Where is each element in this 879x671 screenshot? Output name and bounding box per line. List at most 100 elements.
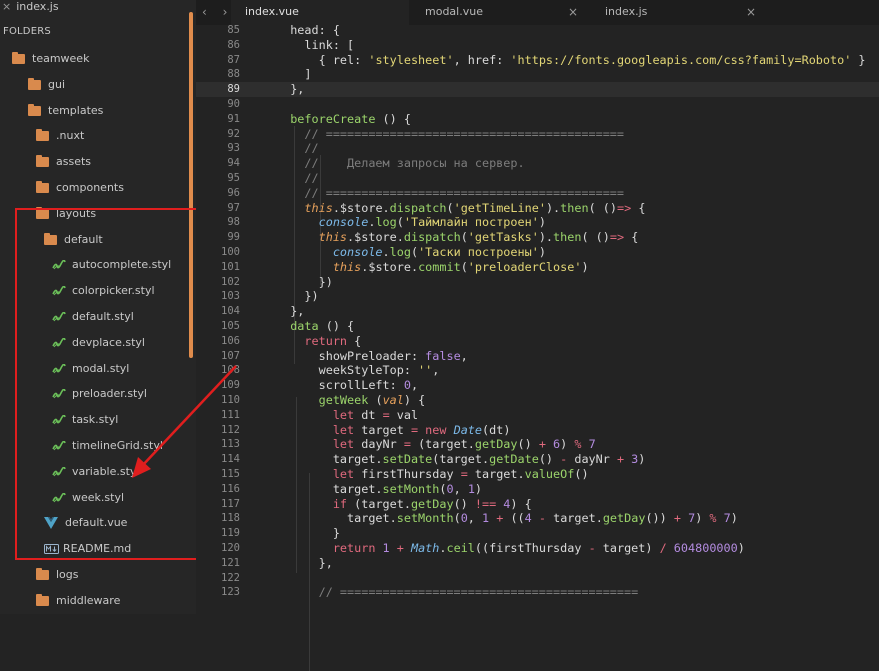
folder-item[interactable]: assets: [36, 153, 91, 171]
tab-nav-arrows[interactable]: ‹ ›: [202, 0, 233, 25]
line-number: 101: [221, 260, 240, 273]
line-number: 90: [227, 98, 240, 110]
code-line[interactable]: getWeek (val) {: [276, 393, 426, 408]
folder-item[interactable]: teamweek: [12, 50, 89, 68]
code-token: ) {: [510, 496, 532, 511]
code-token: // =====================================…: [276, 185, 625, 200]
code-token: then: [560, 200, 589, 215]
line-number: 112: [221, 423, 240, 436]
line-number: 111: [221, 408, 240, 421]
code-token: dayNr: [567, 452, 617, 467]
folder-icon: [36, 129, 49, 142]
code-token: data: [276, 319, 319, 333]
code-token: ): [560, 437, 575, 452]
code-token: 7: [581, 437, 596, 452]
code-token: target): [595, 541, 660, 555]
code-line[interactable]: if (target.getDay() !== 4) {: [276, 497, 532, 512]
folder-item[interactable]: middleware: [36, 592, 120, 610]
folder-item[interactable]: gui: [28, 76, 65, 94]
code-token: ).: [545, 200, 561, 215]
code-token: 1: [375, 541, 390, 555]
code-line[interactable]: link: [: [276, 38, 354, 53]
code-line[interactable]: //: [276, 171, 318, 186]
code-line[interactable]: target.setMonth(0, 1 + ((4 - target.getD…: [276, 511, 738, 526]
code-line[interactable]: scrollLeft: 0,: [276, 378, 418, 393]
code-token: { rel:: [276, 52, 369, 67]
sidebar: × index.js FOLDERS teamweek gui templates .n…: [0, 0, 196, 614]
line-number: 91: [227, 112, 240, 125]
code-token: getDay: [474, 437, 518, 452]
line-number: 96: [227, 186, 240, 199]
code-token: (: [460, 230, 468, 245]
close-icon[interactable]: ×: [568, 0, 578, 24]
code-line[interactable]: return 1 + Math.ceil((firstThursday - ta…: [276, 541, 745, 556]
code-line[interactable]: let dt = val: [276, 408, 418, 423]
line-number: 97: [227, 201, 240, 214]
code-token: setMonth: [396, 511, 454, 526]
folder-item[interactable]: .nuxt: [36, 127, 84, 145]
code-line[interactable]: beforeCreate () {: [276, 112, 411, 127]
code-token: this: [276, 230, 348, 245]
code-line[interactable]: console.log('Таски построены'): [276, 245, 546, 260]
code-token: let: [276, 467, 355, 481]
code-line[interactable]: head: {: [276, 23, 340, 38]
code-line[interactable]: },: [276, 556, 333, 571]
close-icon[interactable]: ×: [2, 0, 11, 13]
tab-label: modal.vue: [425, 5, 483, 18]
code-editor[interactable]: 85 86 87 88 89 90 91 92 93 94 95 96 97 98 99 100 101 102 1…: [196, 23, 879, 671]
code-token: firstThursday: [354, 467, 461, 481]
code-line[interactable]: let dayNr = (target.getDay() + 6) % 7: [276, 437, 596, 452]
code-token: , href:: [453, 52, 511, 67]
tab-index-vue[interactable]: index.vue: [231, 0, 409, 25]
code-line[interactable]: this.$store.dispatch('getTasks').then( (…: [276, 230, 639, 245]
code-token: }): [276, 289, 319, 304]
code-line[interactable]: showPreloader: false,: [276, 349, 468, 364]
code-line[interactable]: let firstThursday = target.valueOf(): [276, 467, 589, 482]
code-line[interactable]: // =====================================…: [276, 585, 639, 600]
code-line[interactable]: ]: [276, 67, 311, 82]
tree-item-label: assets: [56, 155, 92, 169]
code-line[interactable]: { rel: 'stylesheet', href: 'https://font…: [276, 53, 866, 68]
code-line[interactable]: }): [276, 289, 319, 304]
code-line[interactable]: }): [276, 275, 333, 290]
code-line[interactable]: },: [276, 304, 304, 319]
code-line[interactable]: }: [276, 526, 340, 541]
code-token: 0: [460, 511, 468, 526]
code-line[interactable]: weekStyleTop: '',: [276, 363, 440, 378]
code-line[interactable]: },: [276, 82, 304, 97]
code-line[interactable]: //: [276, 141, 318, 156]
code-line[interactable]: return {: [276, 334, 361, 349]
line-number: 104: [221, 305, 240, 318]
code-line[interactable]: let target = new Date(dt): [276, 422, 511, 438]
code-token: }: [276, 526, 340, 541]
code-token: =>: [617, 200, 632, 215]
line-number: 103: [221, 290, 240, 303]
code-token: valueOf: [524, 467, 575, 481]
code-token: (): [538, 452, 561, 467]
folder-item[interactable]: templates: [28, 102, 103, 120]
open-file-item[interactable]: × index.js: [0, 0, 59, 14]
code-token: Date: [446, 422, 483, 437]
code-line[interactable]: console.log('Таймлайн построен'): [276, 215, 546, 230]
code-line[interactable]: target.setMonth(0, 1): [276, 482, 482, 497]
close-icon[interactable]: ×: [746, 0, 756, 24]
code-line[interactable]: // Делаем запросы на сервер.: [276, 156, 524, 171]
tab-index-js[interactable]: index.js ×: [588, 0, 766, 25]
code-line[interactable]: // =====================================…: [276, 186, 624, 201]
code-line[interactable]: // =====================================…: [276, 127, 624, 142]
code-token: false: [425, 348, 461, 363]
code-token: .$store.: [347, 230, 404, 245]
line-number-gutter: 85 86 87 88 89 90 91 92 93 94 95 96 97 98 99 100 101 102 1…: [196, 24, 240, 614]
code-line[interactable]: target.setDate(target.getDate() - dayNr …: [276, 452, 646, 467]
folder-item[interactable]: components: [36, 179, 124, 197]
code-token: log: [389, 245, 411, 259]
code-token: ()): [645, 511, 674, 526]
folder-item[interactable]: logs: [36, 566, 79, 584]
tab-modal-vue[interactable]: modal.vue ×: [409, 0, 588, 25]
code-line[interactable]: data () {: [276, 319, 354, 334]
code-line[interactable]: this.$store.dispatch('getTimeLine').then…: [276, 201, 645, 216]
code-line[interactable]: this.$store.commit('preloaderClose'): [276, 260, 589, 275]
folders-header: FOLDERS: [3, 26, 51, 37]
code-token: then: [553, 230, 582, 245]
line-number: 110: [221, 394, 240, 406]
